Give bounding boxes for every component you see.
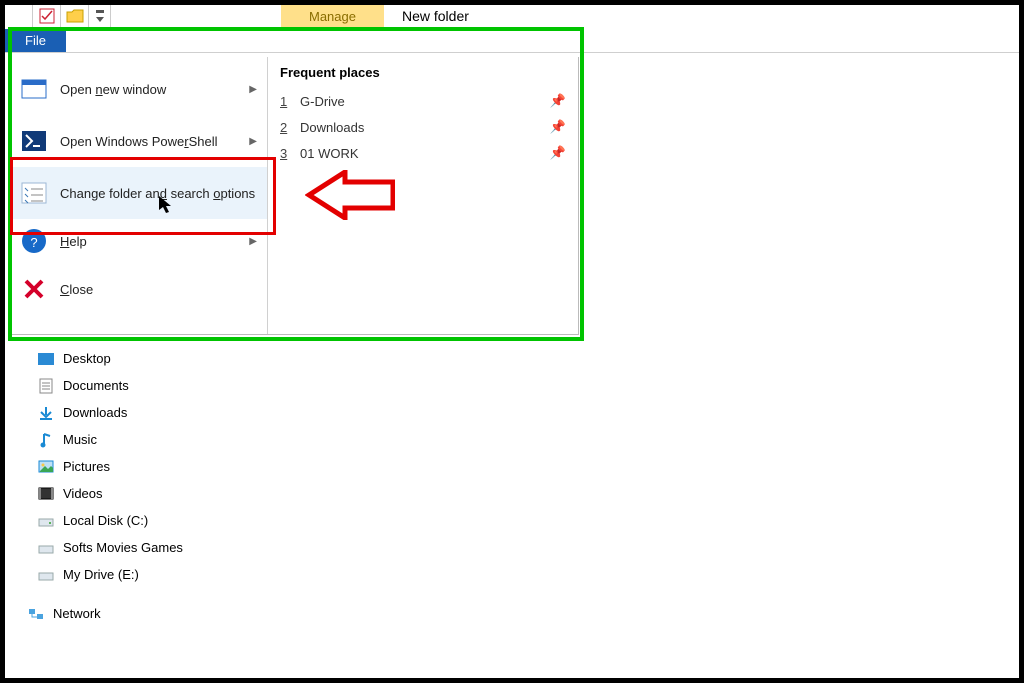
drive-icon — [37, 515, 55, 527]
download-icon — [37, 405, 55, 421]
chevron-right-icon: ▶ — [249, 84, 257, 95]
menu-label: Open Windows PowerShell — [60, 134, 237, 149]
document-icon — [37, 378, 55, 394]
menu-label: Help — [60, 234, 237, 249]
menu-help[interactable]: ? Help ▶ — [10, 219, 267, 263]
menu-open-powershell[interactable]: Open Windows PowerShell ▶ — [10, 115, 267, 167]
options-icon — [20, 179, 48, 207]
menu-close[interactable]: Close — [10, 263, 267, 315]
tree-network[interactable]: Network — [27, 600, 237, 627]
svg-text:?: ? — [30, 235, 37, 250]
frequent-place-item[interactable]: 3 01 WORK 📌 — [280, 140, 566, 166]
frequent-place-item[interactable]: 2 Downloads 📌 — [280, 114, 566, 140]
qa-dropdown-icon[interactable] — [89, 5, 111, 27]
manage-tab[interactable]: Manage — [281, 5, 384, 27]
menu-open-new-window[interactable]: Open new window ▶ — [10, 63, 267, 115]
powershell-icon — [20, 127, 48, 155]
chevron-right-icon: ▶ — [249, 136, 257, 147]
window-icon — [20, 75, 48, 103]
tree-softs-drive[interactable]: Softs Movies Games — [37, 534, 237, 561]
ribbon-tabs: File — [5, 27, 1019, 53]
folder-icon — [61, 5, 89, 27]
file-menu: Open new window ▶ Open Windows PowerShel… — [9, 57, 579, 335]
frequent-place-item[interactable]: 1 G-Drive 📌 — [280, 88, 566, 114]
network-icon — [27, 607, 45, 621]
close-icon — [20, 275, 48, 303]
drive-icon — [37, 569, 55, 581]
tree-videos[interactable]: Videos — [37, 480, 237, 507]
menu-label: Change folder and search options — [60, 186, 257, 201]
pin-icon[interactable]: 📌 — [550, 93, 566, 109]
music-icon — [37, 432, 55, 448]
tree-local-disk-c[interactable]: Local Disk (C:) — [37, 507, 237, 534]
navigation-tree: Desktop Documents Downloads Music Pictur… — [37, 345, 237, 627]
title-strip: Manage New folder — [5, 5, 1019, 27]
tree-my-drive-e[interactable]: My Drive (E:) — [37, 561, 237, 588]
videos-icon — [37, 487, 55, 500]
chevron-right-icon: ▶ — [249, 236, 257, 247]
pictures-icon — [37, 460, 55, 473]
qa-blank — [5, 5, 33, 27]
help-icon: ? — [20, 227, 48, 255]
pin-icon[interactable]: 📌 — [550, 145, 566, 161]
tree-pictures[interactable]: Pictures — [37, 453, 237, 480]
drive-icon — [37, 542, 55, 554]
menu-label: Open new window — [60, 82, 237, 97]
desktop-icon — [37, 353, 55, 365]
tree-desktop[interactable]: Desktop — [37, 345, 237, 372]
pin-icon[interactable]: 📌 — [550, 119, 566, 135]
qa-properties-icon[interactable] — [33, 5, 61, 27]
tree-documents[interactable]: Documents — [37, 372, 237, 399]
window-title: New folder — [384, 8, 487, 24]
file-tab[interactable]: File — [5, 29, 66, 52]
tree-downloads[interactable]: Downloads — [37, 399, 237, 426]
frequent-places-heading: Frequent places — [280, 65, 566, 80]
file-menu-commands: Open new window ▶ Open Windows PowerShel… — [10, 57, 268, 334]
tree-music[interactable]: Music — [37, 426, 237, 453]
menu-change-folder-options[interactable]: Change folder and search options — [10, 167, 267, 219]
menu-label: Close — [60, 282, 257, 297]
frequent-places-pane: Frequent places 1 G-Drive 📌 2 Downloads … — [268, 57, 578, 334]
window-frame: Manage New folder File Open new window ▶… — [0, 0, 1024, 683]
